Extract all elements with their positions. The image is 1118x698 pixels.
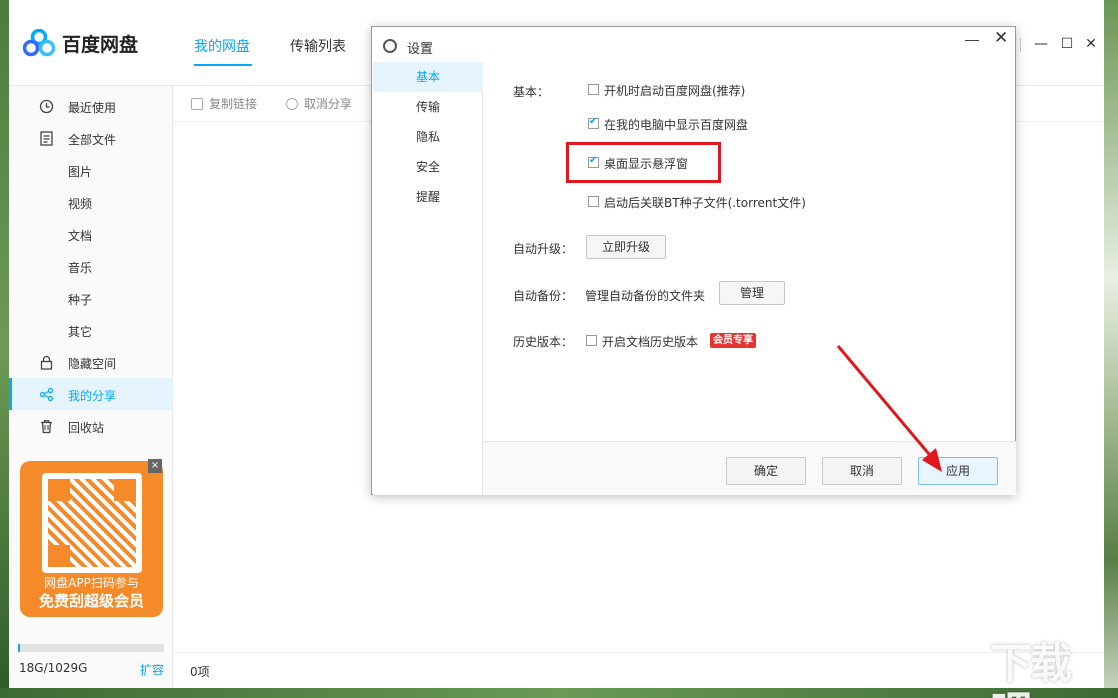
settings-nav-transfer[interactable]: 传输 <box>373 92 483 122</box>
qr-code <box>42 473 142 573</box>
annotation-arrow <box>836 345 942 472</box>
file-icon <box>40 131 53 146</box>
gear-icon <box>383 39 397 53</box>
sidebar-item-videos[interactable]: 视频 <box>68 195 92 212</box>
dialog-title: 设置 <box>407 42 434 57</box>
desktop-background-bottom <box>0 688 1118 698</box>
manage-backup-button[interactable]: 管理 <box>719 281 785 305</box>
settings-nav: 基本 传输 隐私 安全 提醒 <box>373 62 483 495</box>
promo-line1: 网盘APP扫码参与 <box>44 576 139 590</box>
basic-label: 基本： <box>513 85 550 99</box>
status-bar: 0项 <box>174 652 1104 688</box>
dialog-minimize-icon[interactable] <box>965 29 979 41</box>
history-version-checkbox[interactable] <box>586 335 597 346</box>
sidebar-item-label: 我的分享 <box>68 389 117 403</box>
promo-close-icon[interactable]: × <box>148 459 162 473</box>
storage-quota-bar <box>18 644 164 652</box>
tab-transfer-list[interactable]: 传输列表 <box>290 36 346 56</box>
annotation-highlight-box <box>566 142 721 183</box>
app-name: 百度网盘 <box>62 34 139 56</box>
sidebar-item-images[interactable]: 图片 <box>68 163 92 180</box>
trash-icon <box>41 420 52 434</box>
startup-option-label: 开机时启动百度网盘(推荐) <box>604 84 746 98</box>
baidu-netdisk-logo-icon <box>23 29 55 57</box>
show-in-my-computer-checkbox[interactable] <box>588 116 599 129</box>
expand-storage-link[interactable]: 扩容 <box>140 661 164 678</box>
upgrade-now-button[interactable]: 立即升级 <box>586 235 666 259</box>
sidebar-item-hidden-space[interactable]: 隐藏空间 <box>9 346 173 378</box>
sidebar-item-label: 全部文件 <box>68 133 117 147</box>
copy-icon <box>191 98 203 110</box>
storage-quota-text: 18G/1029G <box>19 661 88 675</box>
history-version-label: 历史版本： <box>513 335 574 349</box>
sidebar-item-music[interactable]: 音乐 <box>68 259 92 276</box>
sidebar-item-label: 最近使用 <box>68 101 117 115</box>
auto-upgrade-label: 自动升级： <box>513 242 574 256</box>
settings-nav-security[interactable]: 安全 <box>373 152 483 182</box>
copy-link-button[interactable]: 复制链接 <box>191 95 257 112</box>
settings-nav-privacy[interactable]: 隐私 <box>373 122 483 152</box>
startup-checkbox[interactable] <box>588 84 599 95</box>
titlebar-separator <box>1020 38 1021 52</box>
promo-line2: 免费刮超级会员 <box>38 592 144 610</box>
cancel-share-label: 取消分享 <box>304 97 353 111</box>
clock-icon <box>39 99 54 114</box>
storage-quota-fill <box>18 644 21 652</box>
tab-my-netdisk[interactable]: 我的网盘 <box>194 36 250 56</box>
minimize-icon[interactable]: — <box>1033 36 1049 52</box>
show-in-my-computer-label: 在我的电脑中显示百度网盘 <box>604 118 749 132</box>
desktop-background-left <box>0 0 9 698</box>
cancel-icon <box>286 98 298 110</box>
cancel-share-button[interactable]: 取消分享 <box>286 95 352 112</box>
sidebar-item-others[interactable]: 其它 <box>68 323 92 340</box>
close-icon[interactable]: ✕ <box>1083 36 1099 52</box>
desktop-background-right <box>1104 0 1118 698</box>
sidebar-item-torrents[interactable]: 种子 <box>68 291 92 308</box>
sidebar-item-recycle-bin[interactable]: 回收站 <box>9 410 173 442</box>
site-watermark: 下载吧 <box>990 639 1072 698</box>
lock-icon <box>40 355 53 370</box>
dialog-close-icon[interactable]: ✕ <box>994 28 1008 48</box>
share-icon <box>39 387 54 402</box>
active-tab-underline <box>194 64 252 66</box>
sidebar-item-all-files[interactable]: 全部文件 <box>9 122 173 154</box>
auto-backup-desc: 管理自动备份的文件夹 <box>585 289 706 303</box>
maximize-icon[interactable]: ☐ <box>1059 36 1075 52</box>
sidebar-item-recent[interactable]: 最近使用 <box>9 90 173 122</box>
vip-exclusive-badge: 会员专享 <box>710 333 756 348</box>
settings-nav-reminder[interactable]: 提醒 <box>373 182 483 212</box>
sidebar-item-label: 隐藏空间 <box>68 357 117 371</box>
bt-association-label: 启动后关联BT种子文件(.torrent文件) <box>604 196 806 210</box>
sidebar-item-documents[interactable]: 文档 <box>68 227 92 244</box>
item-count: 0项 <box>190 665 210 679</box>
auto-backup-label: 自动备份： <box>513 289 574 303</box>
settings-nav-basic[interactable]: 基本 <box>373 62 483 92</box>
history-version-option: 开启文档历史版本 <box>602 335 699 349</box>
promo-banner[interactable]: 网盘APP扫码参与 免费刮超级会员 <box>20 461 163 617</box>
sidebar: 最近使用 全部文件 图片 视频 文档 音乐 种子 其它 隐藏空间 我的分享 回收… <box>9 86 173 688</box>
copy-link-label: 复制链接 <box>209 97 258 111</box>
ok-button[interactable]: 确定 <box>726 457 806 485</box>
bt-association-checkbox[interactable] <box>588 196 599 207</box>
sidebar-item-label: 回收站 <box>68 421 105 435</box>
sidebar-item-my-share[interactable]: 我的分享 <box>9 378 173 410</box>
